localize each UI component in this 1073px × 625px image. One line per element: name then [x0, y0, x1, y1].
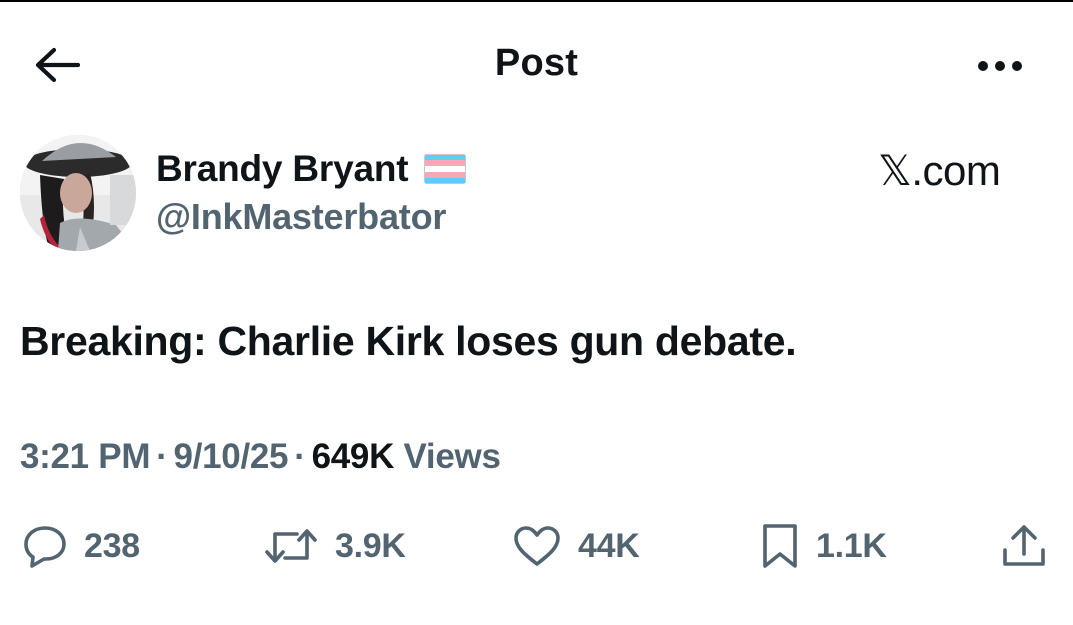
bookmark-count: 1.1K [816, 526, 887, 565]
repost-button[interactable]: 3.9K [263, 518, 406, 574]
avatar[interactable] [20, 135, 136, 251]
more-options-button[interactable] [970, 44, 1030, 88]
share-button[interactable] [1000, 518, 1048, 574]
author-handle[interactable]: @InkMasterbator [156, 196, 446, 238]
meta-separator: · [156, 437, 168, 476]
repost-arrows-icon [263, 524, 319, 568]
post-time[interactable]: 3:21 PM [20, 437, 150, 476]
like-count: 44K [578, 526, 640, 565]
top-border [0, 0, 1073, 2]
post-meta: 3:21 PM · 9/10/25 · 649K Views [20, 437, 501, 477]
share-upload-icon [1000, 522, 1048, 570]
profile-photo [20, 135, 136, 251]
transgender-flag-emoji-icon [424, 154, 467, 184]
bookmark-button[interactable]: 1.1K [760, 518, 887, 574]
post-header: Post [0, 30, 1073, 100]
more-horizontal-icon [977, 60, 1023, 72]
views-label: Views [403, 437, 501, 476]
like-button[interactable]: 44K [512, 518, 640, 574]
post-date[interactable]: 9/10/25 [174, 437, 289, 476]
post-text: Breaking: Charlie Kirk loses gun debate. [20, 318, 797, 364]
views-count: 649K [311, 437, 395, 476]
repost-count: 3.9K [335, 526, 406, 565]
heart-icon [512, 524, 562, 568]
reply-count: 238 [84, 526, 140, 565]
x-com-watermark: 𝕏.com [878, 147, 1001, 194]
bookmark-icon [760, 522, 800, 570]
meta-separator: · [294, 437, 306, 476]
author-name[interactable]: Brandy Bryant [156, 148, 409, 190]
page-title: Post [494, 42, 579, 84]
author-name-row: Brandy Bryant [156, 146, 467, 192]
reply-button[interactable]: 238 [22, 518, 140, 574]
reply-bubble-icon [22, 524, 68, 568]
